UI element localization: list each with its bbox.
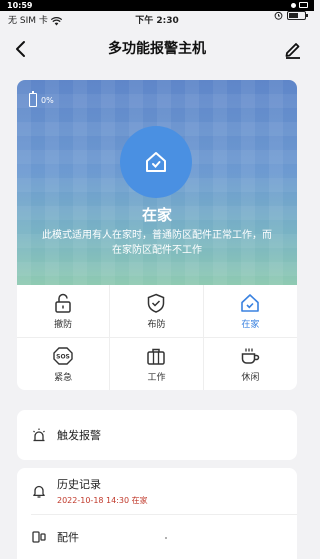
svg-text:SOS: SOS [56, 353, 70, 360]
history-label: 历史记录 [57, 478, 101, 491]
edit-pencil-icon[interactable] [282, 38, 304, 60]
mode-description: 此模式适用有人在家时，普通防区配件正常工作，而在家防区配件不工作 [42, 230, 272, 256]
shield-check-icon [148, 293, 165, 313]
current-mode-circle [120, 126, 192, 198]
sos-icon: SOS [53, 347, 73, 365]
mode-label: 撤防 [54, 319, 73, 330]
mode-emergency-button[interactable]: SOS 紧急 [17, 337, 111, 390]
device-battery: 0% [29, 91, 54, 107]
mode-hero: 0% 在家 此模式适用有人在家时，普通防区配件正常工作，而在家防区配件不工作 [17, 80, 297, 285]
status-time: 下午 2:30 [135, 16, 179, 26]
page-title: 多功能报警主机 [108, 41, 206, 57]
top-time: 10:59 [7, 1, 33, 10]
history-text: 历史记录 2022-10-18 14:30 在家 [57, 476, 148, 506]
history-latest: 2022-10-18 14:30 在家 [57, 496, 148, 505]
mode-card: 0% 在家 此模式适用有人在家时，普通防区配件正常工作，而在家防区配件不工作 撤… [17, 80, 297, 390]
mode-leisure-button[interactable]: 休闲 [204, 338, 297, 391]
signal-dot-icon [291, 2, 296, 8]
mode-disarm-button[interactable]: 撤防 [17, 285, 111, 338]
home-shield-icon [146, 152, 166, 172]
siren-icon [33, 428, 45, 442]
parts-row[interactable]: 配件 [17, 515, 297, 559]
parts-label: 配件 [57, 531, 79, 544]
alarm-icon [274, 11, 283, 20]
current-mode-label: 在家 [141, 206, 172, 224]
mode-label: 在家 [241, 319, 260, 330]
trigger-alarm-label: 触发报警 [57, 429, 101, 442]
mode-home-button[interactable]: 在家 [203, 285, 297, 338]
trigger-alarm-row[interactable]: 触发报警 [17, 410, 297, 460]
top-indicators [291, 2, 308, 8]
nav-bar: 多功能报警主机 [0, 31, 314, 67]
coffee-icon [242, 348, 260, 364]
home-icon [241, 293, 260, 312]
status-bar: 无 SIM 卡 下午 2:30 [0, 11, 314, 31]
mode-label: 布防 [147, 319, 166, 330]
mode-grid: 撤防 布防 在家 SOS 紧急 工作 休闲 [17, 285, 297, 390]
mode-label: 工作 [147, 372, 166, 383]
mini-battery-icon [299, 2, 308, 8]
bell-icon [33, 485, 45, 498]
device-battery-icon [29, 91, 37, 107]
mode-work-button[interactable]: 工作 [110, 337, 204, 390]
mode-label: 紧急 [54, 372, 73, 383]
unlock-icon [55, 293, 71, 313]
battery-icon [287, 11, 308, 20]
device-battery-text: 0% [41, 95, 54, 105]
mode-arm-button[interactable]: 布防 [110, 285, 204, 338]
device-parts-icon [32, 531, 46, 543]
briefcase-icon [147, 348, 166, 365]
status-right [274, 11, 308, 20]
parts-dot [165, 537, 167, 539]
system-top-strip: 10:59 [0, 0, 314, 11]
mode-label: 休闲 [241, 372, 260, 383]
history-row[interactable]: 历史记录 2022-10-18 14:30 在家 [17, 468, 297, 514]
info-card: 历史记录 2022-10-18 14:30 在家 配件 [17, 468, 297, 559]
